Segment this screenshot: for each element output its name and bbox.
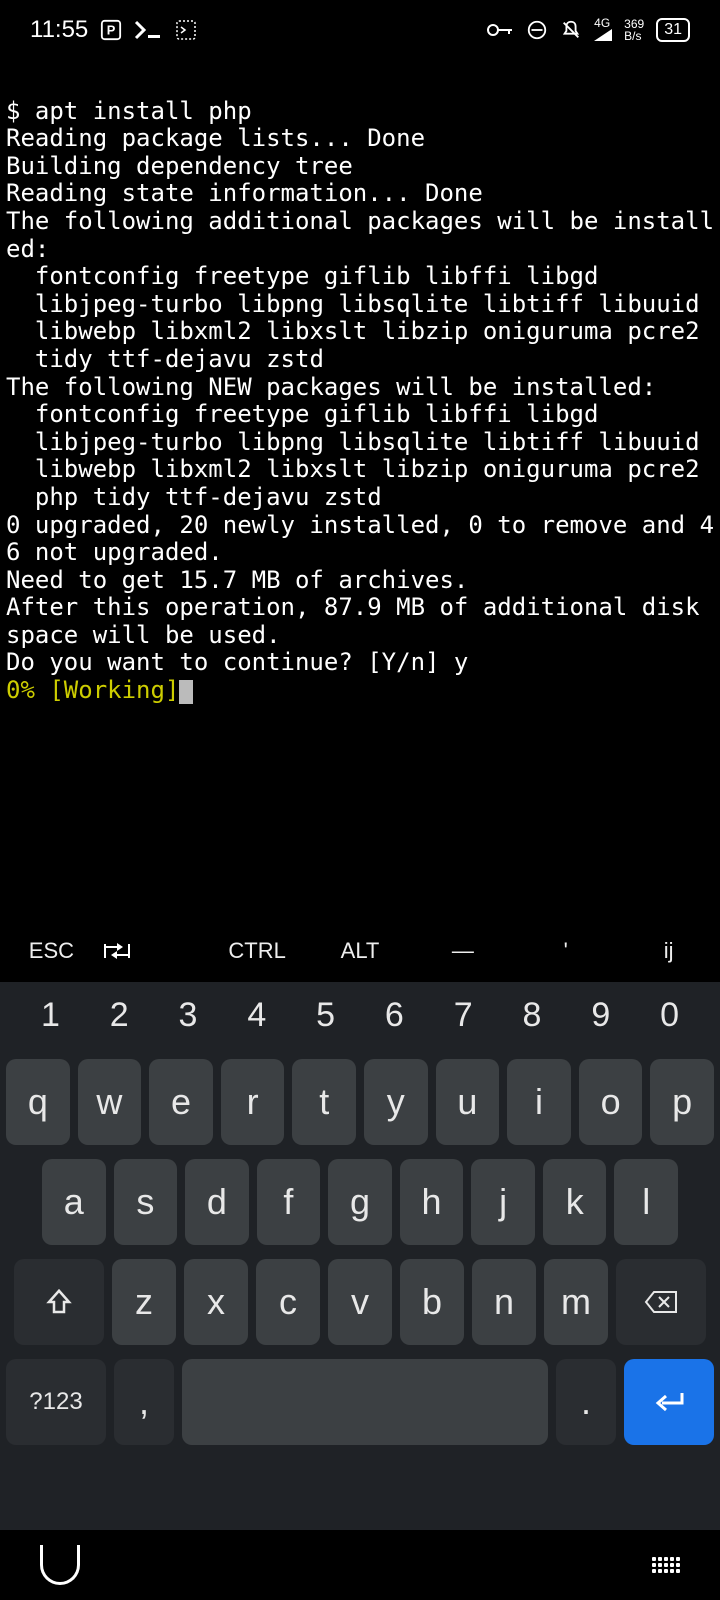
key-q[interactable]: q <box>6 1059 70 1145</box>
terminal-line: The following additional packages will b… <box>6 207 714 263</box>
key-r[interactable]: r <box>221 1059 285 1145</box>
key-s[interactable]: s <box>114 1159 178 1245</box>
svg-text:P: P <box>107 23 116 38</box>
apostrophe-key[interactable]: ' <box>514 938 617 964</box>
network-status: 4G <box>594 17 612 43</box>
cursor-icon <box>179 680 193 704</box>
key-0[interactable]: 0 <box>660 996 679 1035</box>
ij-key[interactable]: ij <box>617 938 720 964</box>
symbols-key[interactable]: ?123 <box>6 1359 106 1445</box>
backspace-key[interactable] <box>616 1259 706 1345</box>
key-5[interactable]: 5 <box>316 996 335 1035</box>
key-8[interactable]: 8 <box>523 996 542 1035</box>
terminal-line: Reading package lists... Done <box>6 124 425 152</box>
key-4[interactable]: 4 <box>247 996 266 1035</box>
terminal-line: After this operation, 87.9 MB of additio… <box>6 593 714 649</box>
clock: 11:55 <box>30 16 88 44</box>
terminal-line: $ apt install php <box>6 97 252 125</box>
terminal-line: php tidy ttf-dejavu zstd <box>6 483 382 511</box>
key-c[interactable]: c <box>256 1259 320 1345</box>
key-e[interactable]: e <box>149 1059 213 1145</box>
key-m[interactable]: m <box>544 1259 608 1345</box>
key-f[interactable]: f <box>257 1159 321 1245</box>
key-w[interactable]: w <box>78 1059 142 1145</box>
key-p[interactable]: p <box>650 1059 714 1145</box>
number-row: 1 2 3 4 5 6 7 8 9 0 <box>6 992 714 1045</box>
esc-key[interactable]: ESC <box>0 938 103 964</box>
terminal-progress: 0% [Working] <box>6 676 179 704</box>
do-not-disturb-icon <box>526 19 548 41</box>
terminal-output[interactable]: $ apt install php Reading package lists.… <box>0 60 720 715</box>
parking-icon: P <box>100 19 122 41</box>
terminal-line: The following NEW packages will be insta… <box>6 373 656 401</box>
key-k[interactable]: k <box>543 1159 607 1245</box>
key-j[interactable]: j <box>471 1159 535 1245</box>
terminal-line: libwebp libxml2 libxslt libzip oniguruma… <box>6 317 700 345</box>
key-7[interactable]: 7 <box>454 996 473 1035</box>
key-d[interactable]: d <box>185 1159 249 1245</box>
dash-key[interactable]: — <box>411 938 514 964</box>
enter-key[interactable] <box>624 1359 714 1445</box>
tab-key[interactable] <box>103 942 206 960</box>
key-1[interactable]: 1 <box>41 996 60 1035</box>
data-speed: 369B/s <box>624 18 644 42</box>
key-u[interactable]: u <box>436 1059 500 1145</box>
termux-icon <box>174 18 198 42</box>
terminal-extra-keys: ESC CTRL ALT — ' ij <box>0 920 720 982</box>
key-n[interactable]: n <box>472 1259 536 1345</box>
terminal-line: libjpeg-turbo libpng libsqlite libtiff l… <box>6 290 700 318</box>
status-bar: 11:55 P 4G 369B/s 31 <box>0 0 720 60</box>
key-y[interactable]: y <box>364 1059 428 1145</box>
soft-keyboard: 1 2 3 4 5 6 7 8 9 0 q w e r t y u i o p … <box>0 982 720 1530</box>
terminal-prompt-icon <box>134 20 162 40</box>
terminal-line: libwebp libxml2 libxslt libzip oniguruma… <box>6 455 700 483</box>
terminal-line: 0 upgraded, 20 newly installed, 0 to rem… <box>6 511 714 567</box>
terminal-line: tidy ttf-dejavu zstd <box>6 345 324 373</box>
back-icon[interactable] <box>40 1545 80 1585</box>
key-o[interactable]: o <box>579 1059 643 1145</box>
terminal-line: fontconfig freetype giflib libffi libgd <box>6 400 598 428</box>
comma-key[interactable]: , <box>114 1359 174 1445</box>
key-6[interactable]: 6 <box>385 996 404 1035</box>
battery-indicator: 31 <box>656 18 690 42</box>
key-2[interactable]: 2 <box>110 996 129 1035</box>
key-t[interactable]: t <box>292 1059 356 1145</box>
alt-key[interactable]: ALT <box>309 938 412 964</box>
shift-key[interactable] <box>14 1259 104 1345</box>
period-key[interactable]: . <box>556 1359 616 1445</box>
vpn-key-icon <box>486 22 514 38</box>
navigation-bar <box>0 1530 720 1600</box>
ctrl-key[interactable]: CTRL <box>206 938 309 964</box>
key-a[interactable]: a <box>42 1159 106 1245</box>
terminal-line: Need to get 15.7 MB of archives. <box>6 566 468 594</box>
terminal-line: fontconfig freetype giflib libffi libgd <box>6 262 598 290</box>
key-h[interactable]: h <box>400 1159 464 1245</box>
key-v[interactable]: v <box>328 1259 392 1345</box>
keyboard-switch-icon[interactable] <box>652 1557 680 1573</box>
space-key[interactable] <box>182 1359 548 1445</box>
terminal-line: Building dependency tree <box>6 152 353 180</box>
terminal-line: Do you want to continue? [Y/n] y <box>6 648 468 676</box>
key-z[interactable]: z <box>112 1259 176 1345</box>
key-9[interactable]: 9 <box>591 996 610 1035</box>
key-g[interactable]: g <box>328 1159 392 1245</box>
key-b[interactable]: b <box>400 1259 464 1345</box>
key-3[interactable]: 3 <box>179 996 198 1035</box>
terminal-line: libjpeg-turbo libpng libsqlite libtiff l… <box>6 428 700 456</box>
key-i[interactable]: i <box>507 1059 571 1145</box>
key-l[interactable]: l <box>614 1159 678 1245</box>
key-x[interactable]: x <box>184 1259 248 1345</box>
terminal-line: Reading state information... Done <box>6 179 483 207</box>
mute-icon <box>560 19 582 41</box>
